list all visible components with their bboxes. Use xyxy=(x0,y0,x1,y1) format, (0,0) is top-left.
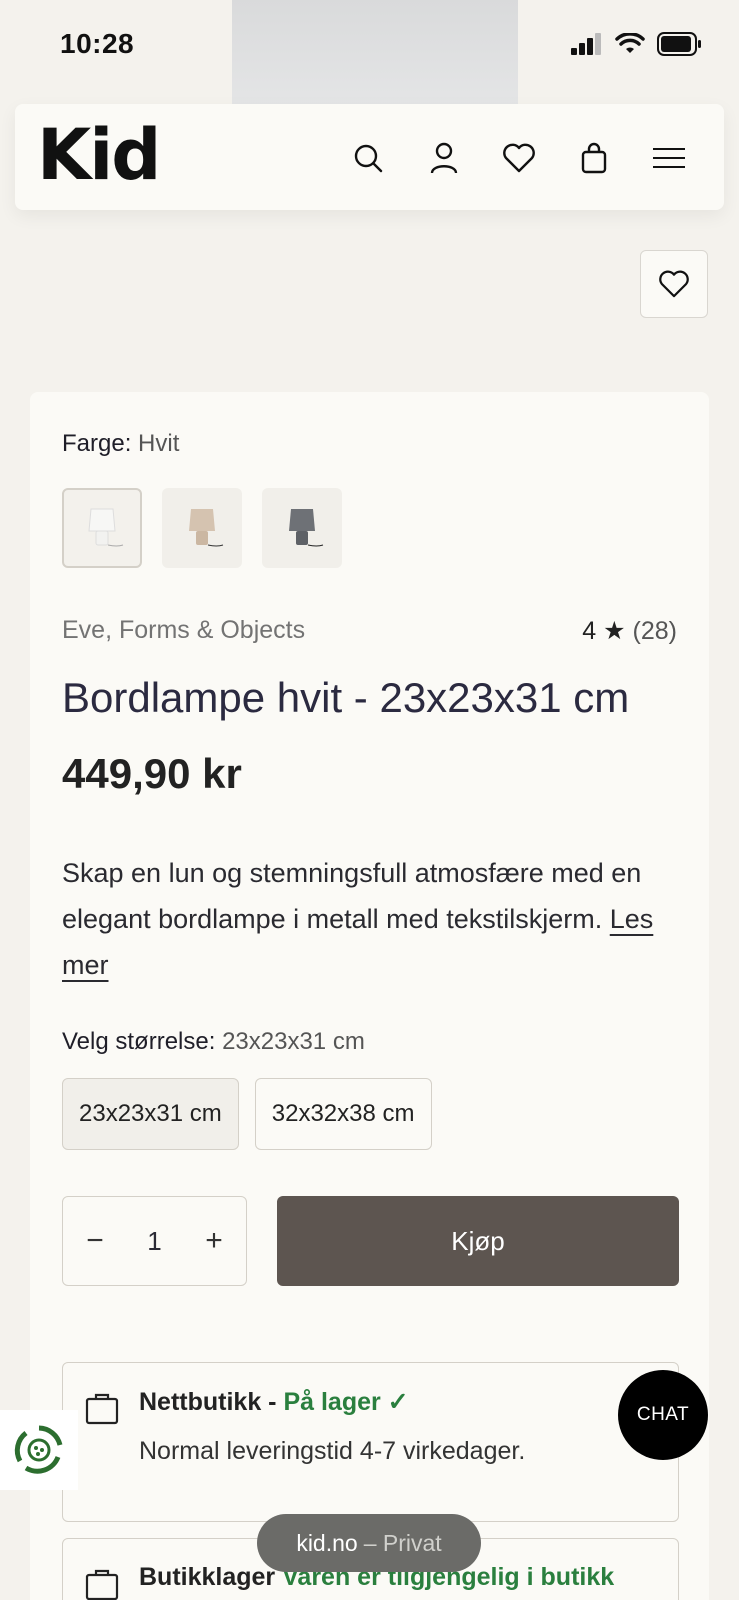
quantity-decrease-button[interactable]: − xyxy=(83,1224,107,1258)
product-info-card: Farge: Hvit Eve, Forms & Objects 4 ★ (28… xyxy=(30,392,709,1600)
online-stock-box: Nettbutikk - På lager ✓ Normal leverings… xyxy=(62,1362,679,1522)
color-swatch-beige[interactable] xyxy=(162,488,242,568)
size-option-32[interactable]: 32x32x38 cm xyxy=(254,1078,432,1150)
recycle-icon xyxy=(14,1425,63,1474)
color-selector-label: Farge: Hvit xyxy=(62,430,180,457)
add-to-favorites-button[interactable] xyxy=(640,250,708,318)
wifi-icon xyxy=(615,33,645,53)
site-header: Kid xyxy=(15,104,724,210)
size-option-23[interactable]: 23x23x31 cm xyxy=(62,1078,239,1150)
status-time: 10:28 xyxy=(60,28,135,59)
quantity-increase-button[interactable]: + xyxy=(202,1224,226,1258)
url-domain: kid.no xyxy=(296,1529,358,1556)
battery-icon xyxy=(657,32,701,56)
search-icon[interactable] xyxy=(348,138,388,178)
color-swatch-white[interactable] xyxy=(62,488,142,568)
store-bag-icon xyxy=(85,1569,119,1600)
chat-button[interactable]: CHAT xyxy=(618,1370,708,1460)
product-title: Bordlampe hvit - 23x23x31 cm xyxy=(62,674,630,721)
color-swatch-grey[interactable] xyxy=(262,488,342,568)
product-description: Skap en lun og stemningsfull atmosfære m… xyxy=(62,858,654,980)
size-options: 23x23x31 cm 32x32x38 cm xyxy=(62,1078,432,1150)
menu-icon[interactable] xyxy=(649,138,689,178)
recycle-badge[interactable] xyxy=(0,1410,78,1490)
wishlist-icon[interactable] xyxy=(499,138,539,178)
browser-url-pill[interactable]: kid.no – Privat xyxy=(257,1514,481,1572)
heart-icon xyxy=(659,270,689,298)
shopping-bag-icon xyxy=(85,1393,119,1425)
star-icon: ★ xyxy=(603,617,626,645)
size-selector-label: Velg størrelse: 23x23x31 cm xyxy=(62,1028,365,1055)
quantity-stepper: − 1 + xyxy=(62,1196,247,1286)
private-mode-label: – Privat xyxy=(363,1529,442,1556)
product-image-background xyxy=(232,0,518,104)
in-stock-status: På lager ✓ xyxy=(283,1388,409,1416)
signal-icon xyxy=(571,33,601,55)
status-bar: 10:28 xyxy=(0,0,739,104)
status-icons xyxy=(571,32,703,56)
product-price: 449,90 kr xyxy=(62,750,242,797)
online-stock-heading: Nettbutikk - På lager ✓ xyxy=(139,1388,409,1416)
product-brand[interactable]: Eve, Forms & Objects xyxy=(62,616,305,645)
quantity-value[interactable]: 1 xyxy=(147,1226,161,1257)
cart-bag-icon[interactable] xyxy=(574,138,614,178)
product-rating[interactable]: 4 ★ (28) xyxy=(582,616,677,646)
buy-button[interactable]: Kjøp xyxy=(277,1196,679,1286)
account-icon[interactable] xyxy=(424,138,464,178)
kid-logo[interactable]: Kid xyxy=(37,120,161,190)
color-swatches xyxy=(62,488,342,568)
delivery-time-text: Normal leveringstid 4-7 virkedager. xyxy=(139,1437,526,1465)
